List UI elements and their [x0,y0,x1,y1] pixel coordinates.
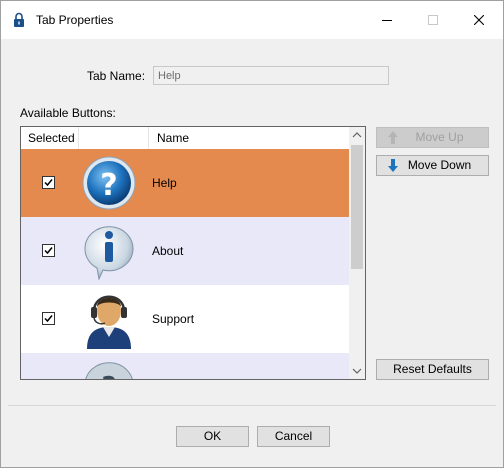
list-row-partial[interactable]: ? [21,353,349,380]
row-checkbox-support[interactable] [42,312,55,325]
checkmark-icon [44,315,53,323]
checkmark-icon [44,247,53,255]
maximize-button[interactable] [410,1,456,39]
available-buttons-list[interactable]: Selected Name ? Help About Support [20,126,366,380]
footer-divider [8,405,496,406]
maximize-icon [428,15,438,25]
list-row-about[interactable]: About [21,217,349,285]
available-buttons-label: Available Buttons: [20,106,116,120]
list-scrollbar[interactable] [349,127,365,379]
move-up-label: Move Up [415,130,464,144]
up-arrow-icon [387,130,399,151]
move-up-button[interactable]: Move Up [376,127,489,148]
reset-defaults-button[interactable]: Reset Defaults [376,359,489,380]
ok-button[interactable]: OK [176,426,249,447]
checkmark-icon [44,179,53,187]
title-bar: Tab Properties [1,1,503,39]
window-title: Tab Properties [36,13,114,27]
row-label-about: About [152,244,184,258]
support-headset-person-icon [81,287,137,349]
minimize-icon [382,20,392,21]
cancel-button[interactable]: Cancel [257,426,330,447]
move-down-button[interactable]: Move Down [376,155,489,176]
column-header-selected[interactable]: Selected [21,127,79,149]
scroll-up-arrow-icon[interactable] [349,127,365,143]
move-down-label: Move Down [407,158,472,172]
svg-text:?: ? [100,168,117,203]
close-icon [474,15,484,25]
tab-name-label: Tab Name: [87,69,146,83]
question-mark-bubble-icon: ? [81,357,137,380]
svg-text:?: ? [101,372,116,380]
scroll-down-arrow-icon[interactable] [349,363,365,379]
info-bubble-icon [81,221,137,281]
close-button[interactable] [456,1,502,39]
row-label-help: Help [152,176,177,190]
row-label-support: Support [152,312,195,326]
question-mark-icon: ? [81,153,137,213]
tab-properties-window: Tab Properties Tab Name: Help Available … [0,0,504,468]
scrollbar-thumb[interactable] [351,145,363,269]
minimize-button[interactable] [364,1,410,39]
column-header-icon[interactable] [79,127,149,149]
list-header: Selected Name [21,127,349,150]
row-checkbox-about[interactable] [42,244,55,257]
padlock-icon [13,12,25,28]
row-checkbox-help[interactable] [42,176,55,189]
down-arrow-icon [387,158,399,179]
list-row-help[interactable]: ? Help [21,149,349,217]
tab-name-field[interactable]: Help [153,66,389,85]
column-header-name[interactable]: Name [149,127,349,149]
list-row-support[interactable]: Support [21,285,349,353]
